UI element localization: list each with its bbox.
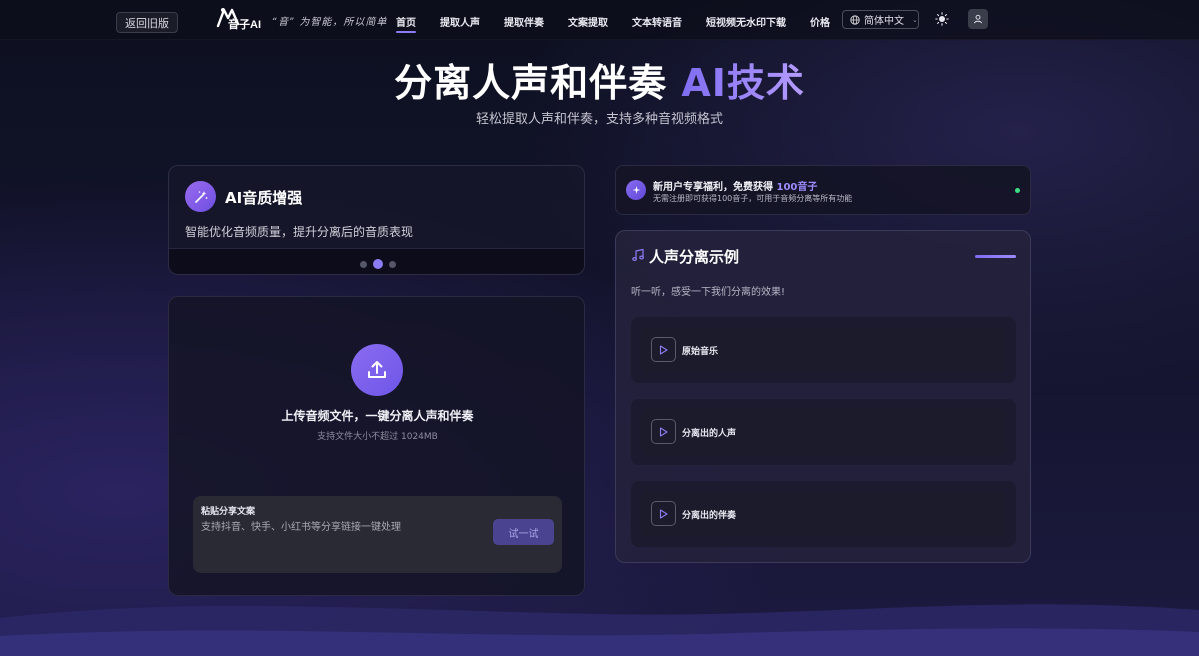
nav-pricing[interactable]: 价格 [810, 14, 830, 29]
title-accent-line [975, 255, 1016, 258]
track-label: 分离出的伴奏 [682, 511, 737, 521]
hero-title: 分离人声和伴奏 AI技术 [0, 52, 1199, 107]
separation-examples-card: 人声分离示例 听一听，感受一下我们分离的效果! 原始音乐 分离出的人声 分离出的… [615, 230, 1031, 563]
nav-text-to-speech[interactable]: 文本转语音 [632, 14, 682, 29]
track-label: 分离出的人声 [682, 429, 737, 439]
slogan: “音” 为智能，所以简单 [272, 17, 388, 28]
promo-title: 新用户专享福利，免费获得 100音子 [653, 178, 817, 193]
play-button[interactable] [651, 419, 676, 444]
feature-description: 智能优化音频质量，提升分离后的音质表现 [185, 225, 414, 239]
chevron-down-icon: ⌄ [912, 15, 918, 24]
promo-highlight: 100音子 [776, 182, 818, 193]
upload-card[interactable]: 上传音频文件，一键分离人声和伴奏 支持文件大小不超过 1024MB 粘贴分享文案… [168, 296, 585, 596]
main-nav: 首页 提取人声 提取伴奏 文案提取 文本转语音 短视频无水印下载 价格 [396, 14, 854, 33]
upload-icon [368, 361, 386, 378]
play-icon [659, 508, 668, 519]
carousel-dots [360, 259, 396, 269]
examples-subtitle: 听一听，感受一下我们分离的效果! [631, 287, 786, 298]
track-player[interactable]: 分离出的人声 [641, 409, 1005, 455]
hero-title-accent: AI技术 [681, 61, 805, 105]
promo-title-text: 新用户专享福利，免费获得 [653, 182, 777, 193]
sun-icon[interactable] [935, 12, 949, 26]
nav-extract-vocals[interactable]: 提取人声 [440, 14, 480, 29]
upload-button[interactable] [351, 344, 403, 396]
nav-text-extract[interactable]: 文案提取 [568, 14, 608, 29]
carousel-dot-3[interactable] [389, 260, 396, 268]
magic-wand-icon [185, 181, 216, 212]
user-button[interactable] [968, 9, 988, 29]
example-track: 分离出的伴奏 [631, 481, 1016, 547]
examples-title: 人声分离示例 [649, 248, 740, 266]
share-link-input[interactable] [201, 519, 481, 535]
user-icon [974, 14, 982, 24]
nav-extract-accompaniment[interactable]: 提取伴奏 [504, 14, 544, 29]
old-version-button[interactable]: 返回旧版 [116, 12, 178, 33]
nav-home[interactable]: 首页 [396, 14, 416, 33]
play-icon [659, 344, 668, 355]
promo-subtitle: 无需注册即可获得100音子，可用于音频分离等所有功能 [653, 194, 853, 203]
hero-title-main: 分离人声和伴奏 [394, 61, 668, 105]
share-label: 粘贴分享文案 [201, 507, 256, 517]
track-label: 原始音乐 [682, 347, 719, 357]
logo-text: 音子AI [228, 19, 261, 31]
background-wave [0, 604, 1199, 656]
track-player[interactable]: 分离出的伴奏 [641, 491, 1005, 537]
play-icon [659, 426, 668, 437]
example-track: 分离出的人声 [631, 399, 1016, 465]
music-note-icon [632, 248, 644, 262]
new-user-promo: 新用户专享福利，免费获得 100音子 无需注册即可获得100音子，可用于音频分离… [615, 165, 1031, 215]
sparkle-icon [626, 180, 646, 200]
play-button[interactable] [651, 501, 676, 526]
try-button[interactable]: 试一试 [493, 519, 554, 545]
feature-carousel-card: AI音质增强 智能优化音频质量，提升分离后的音质表现 [168, 165, 585, 275]
top-nav-bar: 返回旧版 音子AI “音” 为智能，所以简单 首页 提取人声 提取伴奏 文案提取… [0, 0, 1199, 40]
status-dot [1015, 188, 1020, 193]
nav-video-download[interactable]: 短视频无水印下载 [706, 14, 786, 29]
play-button[interactable] [651, 337, 676, 362]
example-track: 原始音乐 [631, 317, 1016, 383]
carousel-dot-2[interactable] [373, 259, 383, 269]
language-select[interactable]: 简体中文 ⌄ [842, 10, 919, 29]
carousel-dot-1[interactable] [360, 260, 367, 268]
upload-size-limit: 支持文件大小不超过 1024MB [317, 432, 438, 442]
feature-title: AI音质增强 [225, 189, 303, 207]
upload-title: 上传音频文件，一键分离人声和伴奏 [281, 409, 474, 423]
language-label: 简体中文 [864, 16, 904, 27]
hero-subtitle: 轻松提取人声和伴奏，支持多种音视频格式 [475, 112, 723, 127]
carousel-footer [169, 248, 584, 274]
globe-icon [850, 14, 860, 25]
share-link-box: 粘贴分享文案 试一试 [193, 496, 562, 573]
track-player[interactable]: 原始音乐 [641, 327, 1005, 373]
